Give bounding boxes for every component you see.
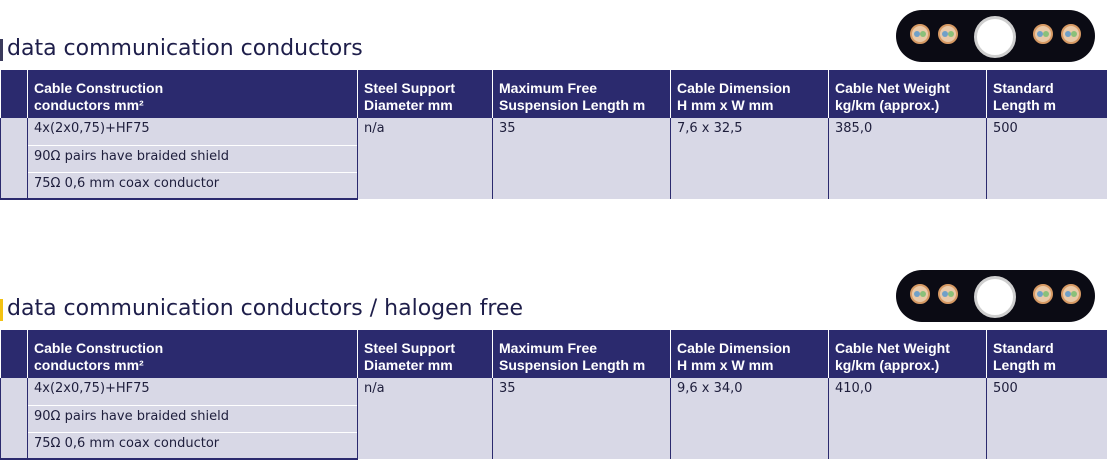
header-net-weight: Cable Net Weight kg/km (approx.) — [828, 70, 987, 118]
table-header-row: Cable Construction conductors mm² Steel S… — [0, 330, 1107, 378]
cell-suspension-length: 35 — [492, 378, 671, 459]
cell-standard-length: 500 — [986, 118, 1107, 199]
table-row: 4x(2x0,75)+HF75 n/a 35 9,6 x 34,0 410,0 … — [0, 378, 1107, 459]
flat-cable-cross-section-icon — [896, 10, 1095, 62]
header-steel-support: Steel Support Diameter mm — [357, 70, 493, 118]
flat-cable-cross-section-icon — [896, 270, 1095, 322]
cell-construction: 4x(2x0,75)+HF75 — [27, 118, 358, 145]
header-construction: Cable Construction conductors mm² — [27, 70, 358, 118]
coax-conductor-icon — [974, 16, 1016, 58]
cell-construction-note: 75Ω 0,6 mm coax conductor — [27, 431, 358, 460]
section-title: data communication conductors — [0, 36, 363, 61]
title-marker — [0, 299, 3, 321]
twisted-pair-icon — [938, 284, 958, 304]
twisted-pair-icon — [910, 24, 930, 44]
cell-construction: 4x(2x0,75)+HF75 — [27, 378, 358, 405]
twisted-pair-icon — [1061, 284, 1081, 304]
cell-construction-note: 90Ω pairs have braided shield — [27, 144, 358, 172]
cell-net-weight: 385,0 — [828, 118, 987, 199]
title-marker — [0, 39, 3, 61]
cell-net-weight: 410,0 — [828, 378, 987, 459]
cell-suspension-length: 35 — [492, 118, 671, 199]
header-cable-dimension: Cable Dimension H mm x W mm — [670, 70, 829, 118]
cable-spec-table: Cable Construction conductors mm² Steel S… — [0, 70, 1107, 200]
cell-construction-note: 90Ω pairs have braided shield — [27, 404, 358, 432]
cell-steel-support: n/a — [357, 378, 493, 459]
twisted-pair-icon — [1033, 284, 1053, 304]
section-title: data communication conductors / halogen … — [0, 296, 523, 321]
header-suspension-length: Maximum Free Suspension Length m — [492, 70, 671, 118]
table-row: 4x(2x0,75)+HF75 n/a 35 7,6 x 32,5 385,0 … — [0, 118, 1107, 199]
cable-spec-table: Cable Construction conductors mm² Steel S… — [0, 330, 1107, 460]
header-standard-length: Standard Length m — [986, 330, 1107, 378]
header-standard-length: Standard Length m — [986, 70, 1107, 118]
twisted-pair-icon — [938, 24, 958, 44]
twisted-pair-icon — [910, 284, 930, 304]
header-suspension-length: Maximum Free Suspension Length m — [492, 330, 671, 378]
header-spacer — [0, 70, 28, 118]
header-steel-support: Steel Support Diameter mm — [357, 330, 493, 378]
cell-steel-support: n/a — [357, 118, 493, 199]
cell-standard-length: 500 — [986, 378, 1107, 459]
twisted-pair-icon — [1033, 24, 1053, 44]
coax-conductor-icon — [974, 276, 1016, 318]
twisted-pair-icon — [1061, 24, 1081, 44]
cell-cable-dimension: 9,6 x 34,0 — [670, 378, 829, 459]
cell-construction-note: 75Ω 0,6 mm coax conductor — [27, 171, 358, 200]
header-construction: Cable Construction conductors mm² — [27, 330, 358, 378]
header-net-weight: Cable Net Weight kg/km (approx.) — [828, 330, 987, 378]
header-spacer — [0, 330, 28, 378]
header-cable-dimension: Cable Dimension H mm x W mm — [670, 330, 829, 378]
table-header-row: Cable Construction conductors mm² Steel S… — [0, 70, 1107, 118]
cell-cable-dimension: 7,6 x 32,5 — [670, 118, 829, 199]
